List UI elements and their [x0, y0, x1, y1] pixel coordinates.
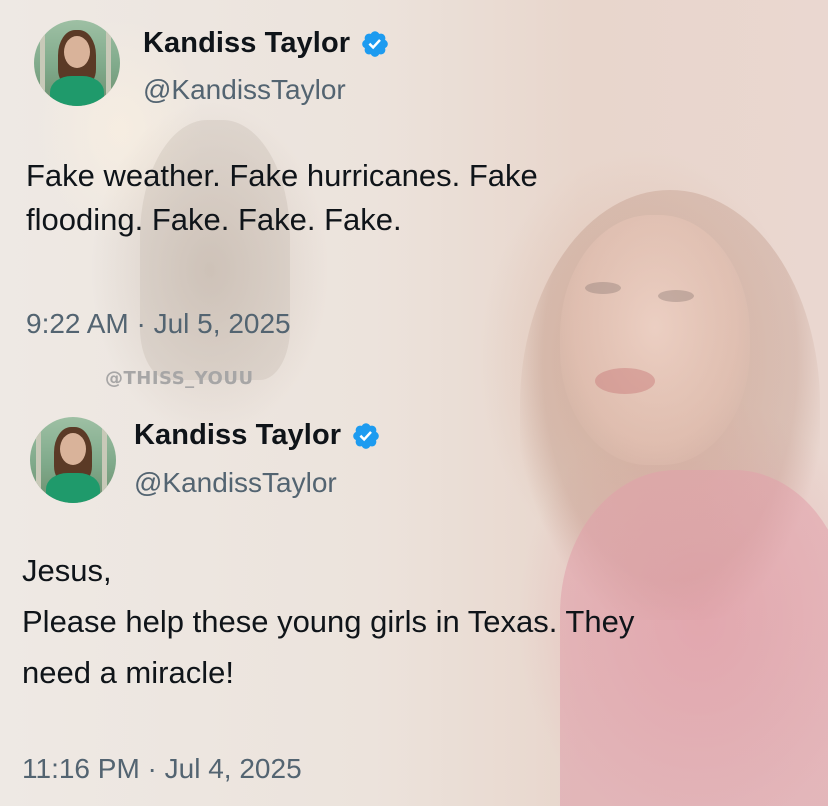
verified-badge-icon — [353, 422, 379, 449]
display-name[interactable]: Kandiss Taylor — [143, 27, 390, 60]
tweet-text-line: Jesus, — [22, 553, 112, 588]
tweet-text-line: flooding. Fake. Fake. Fake. — [26, 202, 402, 237]
handle[interactable]: @KandissTaylor — [134, 467, 337, 499]
tweet-text-line: need a miracle! — [22, 655, 234, 690]
tweet-text-line: Fake weather. Fake hurricanes. Fake — [26, 158, 538, 193]
tweet-text: Jesus, Please help these young girls in … — [22, 549, 634, 695]
display-name-label: Kandiss Taylor — [134, 419, 342, 451]
display-name[interactable]: Kandiss Taylor — [134, 419, 381, 452]
timestamp-link[interactable]: 11:16 PM · Jul 4, 2025 — [22, 753, 302, 785]
handle[interactable]: @KandissTaylor — [143, 74, 346, 106]
watermark: @THISS_YOUU — [105, 368, 254, 389]
display-name-label: Kandiss Taylor — [143, 27, 351, 59]
avatar[interactable] — [30, 417, 116, 503]
avatar[interactable] — [34, 20, 120, 106]
timestamp-link[interactable]: 9:22 AM · Jul 5, 2025 — [26, 308, 291, 340]
verified-badge-icon — [362, 30, 388, 57]
tweet-text: Fake weather. Fake hurricanes. Fake floo… — [26, 154, 538, 242]
tweet-text-line: Please help these young girls in Texas. … — [22, 604, 635, 639]
